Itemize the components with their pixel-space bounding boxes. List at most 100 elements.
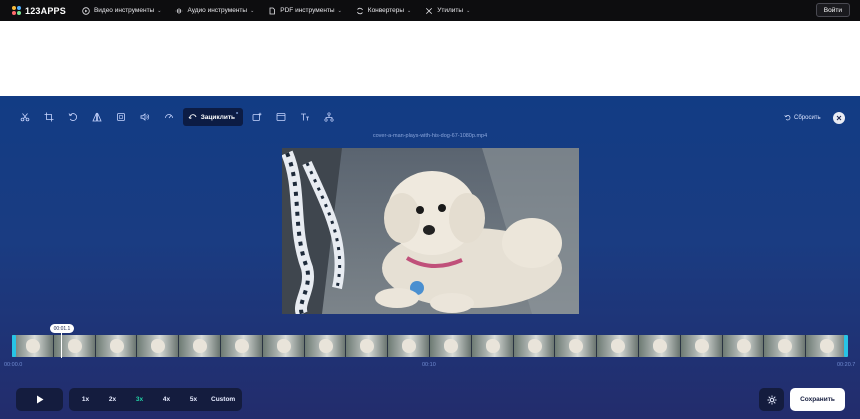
current-time-bubble: 00:01.1	[50, 324, 74, 333]
timeline-frame	[429, 335, 472, 357]
text-icon	[301, 113, 309, 121]
timeline-frame	[388, 335, 430, 357]
login-button[interactable]: Войти	[815, 3, 850, 17]
timeline-filmstrip[interactable]	[12, 335, 848, 357]
chevron-down-icon: ⌄	[337, 7, 342, 14]
video-preview[interactable]	[282, 148, 579, 314]
nav-menu: Видео инструменты ⌄ Аудио инструменты ⌄ …	[82, 6, 484, 15]
logo[interactable]: 123APPS	[12, 6, 66, 16]
cut-icon	[20, 113, 30, 122]
file-name: cover-a-man-plays-with-his-dog-67-1080p.…	[372, 133, 488, 139]
frame-icon	[276, 113, 286, 121]
speed-icon	[165, 114, 173, 119]
reset-button[interactable]: Сбросить	[784, 114, 821, 121]
nav-item-label: Утилиты	[437, 7, 464, 14]
play-circle-icon	[82, 6, 90, 15]
playhead[interactable]	[61, 333, 62, 358]
loop-option-4x[interactable]: 4x	[153, 391, 180, 408]
video-frame-image	[282, 148, 579, 314]
timeline-end-time: 00:20.7	[837, 362, 856, 368]
logo-icon	[12, 6, 21, 15]
loop-tool[interactable]: Зациклить x	[183, 108, 243, 126]
nav-item-label: Конвертеры	[367, 7, 405, 14]
timeline-frame	[722, 335, 765, 357]
nav-item-pdf-tools[interactable]: PDF инструменты ⌄	[268, 7, 342, 15]
frame-tool[interactable]	[271, 108, 291, 126]
timeline-frame	[471, 335, 514, 357]
loop-option-3x[interactable]: 3x	[126, 391, 153, 408]
nav-item-label: Аудио инструменты	[187, 7, 248, 14]
nav-item-label: PDF инструменты	[280, 7, 335, 14]
timeline-mid-time: 00:10	[422, 362, 436, 368]
undo-icon	[784, 115, 791, 121]
timeline-frame	[764, 335, 807, 357]
rotate-icon	[68, 113, 78, 121]
nav-item-label: Видео инструменты	[93, 7, 155, 14]
cut-tool[interactable]	[15, 108, 35, 126]
timeline-frame	[555, 335, 598, 357]
timeline-frame	[220, 335, 263, 357]
resize-tool[interactable]	[111, 108, 131, 126]
waveform-icon	[175, 7, 183, 15]
timeline-frame	[346, 335, 389, 357]
settings-button[interactable]	[759, 388, 784, 411]
loop-option-1x[interactable]: 1x	[72, 391, 99, 408]
nav-item-video-tools[interactable]: Видео инструменты ⌄	[82, 6, 162, 15]
timeline-frame	[137, 335, 180, 357]
timeline-frame	[304, 335, 347, 357]
video-editor-panel: Зациклить x Сбросить cover-a-man-plays-w…	[0, 96, 860, 419]
loop-icon	[188, 114, 197, 119]
timeline-frame	[638, 335, 681, 357]
close-icon	[836, 115, 842, 121]
timeline-frame	[12, 335, 54, 357]
crop-icon	[44, 112, 54, 122]
timeline-frame	[95, 335, 138, 357]
speed-tool[interactable]	[159, 108, 179, 126]
crop-tool[interactable]	[39, 108, 59, 126]
chevron-down-icon: ⌄	[466, 7, 471, 14]
volume-icon	[140, 113, 150, 121]
nav-item-utilities[interactable]: Утилиты ⌄	[425, 7, 470, 15]
gear-icon	[766, 394, 777, 405]
add-image-icon	[252, 112, 262, 121]
timeline-frame	[513, 335, 556, 357]
timeline-frame	[179, 335, 221, 357]
timeline-frame	[680, 335, 723, 357]
resize-icon	[117, 113, 125, 121]
flip-tool[interactable]	[87, 108, 107, 126]
chevron-down-icon: ⌄	[407, 7, 412, 14]
convert-icon	[356, 7, 364, 15]
rotate-tool[interactable]	[63, 108, 83, 126]
add-image-tool[interactable]	[247, 108, 267, 126]
chevron-down-icon: ⌄	[250, 7, 255, 14]
chevron-down-icon: ⌄	[157, 7, 162, 14]
merge-icon	[324, 112, 334, 122]
trim-handle-end[interactable]	[844, 335, 848, 357]
play-icon	[36, 395, 43, 404]
flip-icon	[92, 112, 102, 122]
reset-label: Сбросить	[794, 114, 821, 121]
logo-text: 123APPS	[25, 5, 66, 16]
nav-item-audio-tools[interactable]: Аудио инструменты ⌄	[175, 7, 254, 15]
trim-handle-start[interactable]	[12, 335, 16, 357]
timeline-frame	[806, 335, 848, 357]
timeline-start-time: 00:00.0	[4, 362, 23, 368]
top-navigation: 123APPS Видео инструменты ⌄ Аудио инстру…	[0, 0, 860, 21]
loop-option-2x[interactable]: 2x	[99, 391, 126, 408]
volume-tool[interactable]	[135, 108, 155, 126]
close-button[interactable]	[833, 112, 845, 124]
timeline-frame	[262, 335, 305, 357]
save-button[interactable]: Сохранить	[790, 388, 845, 411]
loop-tool-badge: x	[236, 110, 239, 115]
nav-item-converters[interactable]: Конвертеры ⌄	[356, 7, 411, 15]
play-button[interactable]	[16, 388, 63, 411]
editor-toolbar: Зациклить x	[15, 108, 343, 126]
loop-option-5x[interactable]: 5x	[180, 391, 207, 408]
loop-tool-label: Зациклить	[200, 113, 236, 121]
loop-option-custom[interactable]: Custom	[207, 391, 239, 408]
pdf-icon	[268, 7, 276, 15]
merge-tool[interactable]	[319, 108, 339, 126]
tools-icon	[425, 7, 433, 15]
timeline-frame	[597, 335, 639, 357]
text-tool[interactable]	[295, 108, 315, 126]
